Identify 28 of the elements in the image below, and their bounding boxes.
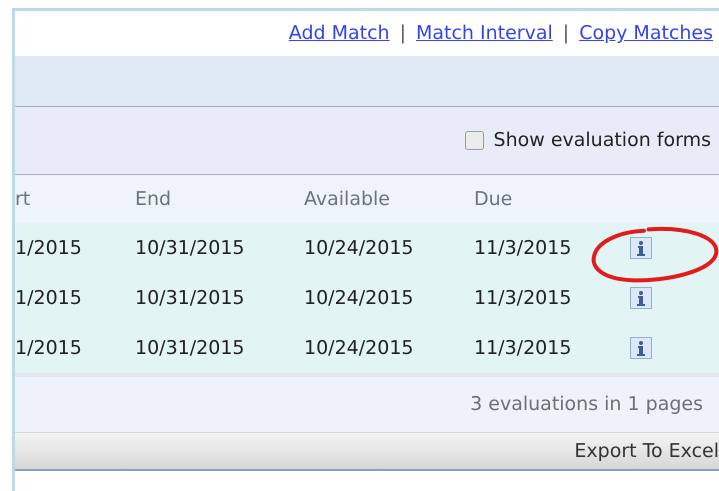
table-cell: 10/24/2015 (304, 236, 414, 259)
table-cell: 11/3/2015 (474, 336, 572, 359)
table-cell: 11/3/2015 (474, 286, 572, 309)
toolbar-link[interactable]: Match Interval (416, 19, 553, 48)
table-cell: 1/2015 (15, 336, 82, 359)
info-icon[interactable] (630, 237, 652, 259)
separator: | (562, 21, 570, 46)
pager-text: 3 evaluations in 1 pages (470, 392, 703, 418)
export-button[interactable]: Export To Excel (15, 433, 719, 471)
column-header[interactable]: Available (304, 188, 390, 210)
table-cell: 10/31/2015 (135, 336, 245, 359)
column-header[interactable]: End (135, 188, 172, 210)
info-icon[interactable] (630, 287, 652, 309)
column-header[interactable]: rt (15, 188, 30, 210)
separator: | (400, 21, 406, 46)
checkbox[interactable] (464, 131, 484, 150)
column-header[interactable]: Due (474, 188, 512, 210)
table-cell: 1/2015 (15, 236, 82, 259)
table-cell: 11/3/2015 (474, 236, 572, 259)
table-cell: 10/24/2015 (304, 336, 414, 359)
info-icon[interactable] (630, 337, 652, 359)
checkbox-label[interactable]: Show evaluation forms (494, 126, 711, 155)
toolbar-link[interactable]: Copy Matches (579, 19, 713, 48)
table-cell: 10/24/2015 (304, 286, 414, 309)
table-cell: 10/31/2015 (135, 286, 245, 309)
table-cell: 1/2015 (15, 286, 82, 309)
toolbar-link[interactable]: Add Match (288, 19, 390, 48)
table-cell: 10/31/2015 (135, 236, 245, 259)
